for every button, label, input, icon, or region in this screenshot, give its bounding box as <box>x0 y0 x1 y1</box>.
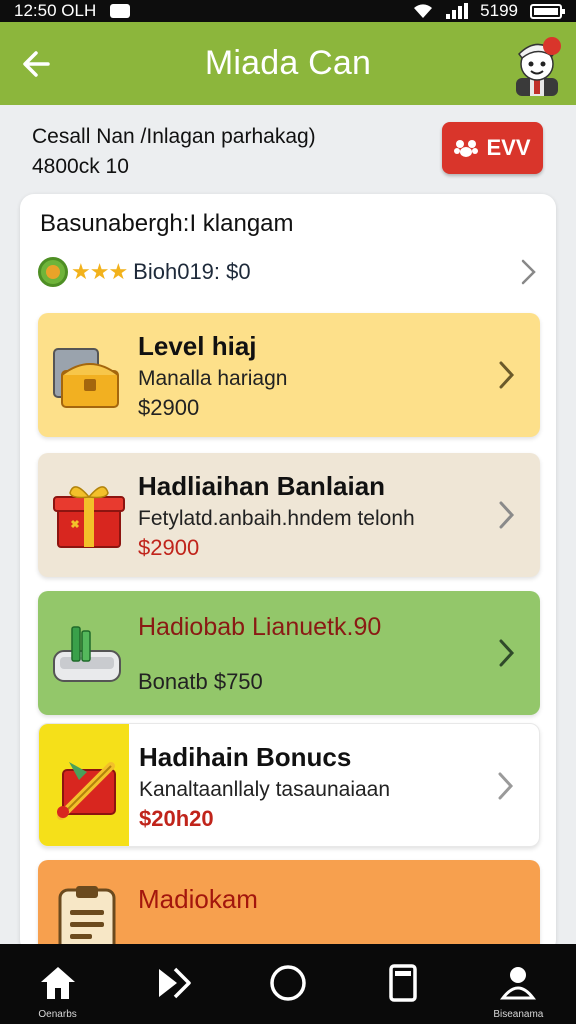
page-title: Miada Can <box>204 44 372 82</box>
battery-label: 5199 <box>480 1 518 20</box>
card-price: $2900 <box>138 535 200 560</box>
card-subtitle: Kanaltaanllaly tasaunaiaan <box>139 778 391 801</box>
paw-icon <box>454 140 479 157</box>
profile-icon <box>500 967 537 1000</box>
card-subtitle: Manalla hariagn <box>138 367 288 390</box>
nav-square[interactable] <box>353 944 453 1024</box>
chevron-right-icon <box>521 259 536 285</box>
ev-button[interactable]: EVV <box>442 122 543 174</box>
card-title: Level hiaj <box>138 331 257 361</box>
coin-icon <box>38 257 68 287</box>
arrow-left-icon[interactable] <box>18 44 58 84</box>
rewards-panel: Basunabergh:I klangam ★★★ Bioh019: $0 Le… <box>20 194 556 970</box>
ev-button-label: EVV <box>486 135 531 160</box>
summary-line-2: 4800ck 10 <box>32 155 129 178</box>
bottom-nav: Oenarbs Biseanama <box>0 944 576 1024</box>
nav-label: Oenarbs <box>38 1009 77 1020</box>
treasure-chest-icon <box>53 348 119 408</box>
notification-icon <box>110 4 131 18</box>
star-rating-icon: ★★★ <box>71 259 128 284</box>
card-title: Hadihain Bonucs <box>139 742 352 772</box>
gift-box-icon <box>53 486 125 548</box>
rating-text: Bioh019: $0 <box>133 259 251 284</box>
wifi-icon <box>414 4 433 18</box>
status-time: 12:50 OLH <box>14 1 97 20</box>
card-title: Hadliaihan Banlaian <box>138 471 386 501</box>
reward-card-cash[interactable]: Hadiobab Lianuetk.90 Bonatb $750 <box>38 591 540 715</box>
panel-title: Basunabergh:I klangam <box>40 210 294 237</box>
card-price: $20h20 <box>139 806 214 831</box>
reward-card-bonus[interactable]: Hadihain Bonucs Kanaltaanllaly tasaunaia… <box>38 723 540 847</box>
card-subtitle: Fetylatd.anbaih.hndem telonh <box>138 507 415 530</box>
chevron-right-icon <box>498 772 514 800</box>
chevron-right-icon <box>499 639 515 667</box>
nav-circle[interactable] <box>238 944 338 1024</box>
nav-label: Biseanama <box>493 1009 544 1020</box>
nav-profile[interactable]: Biseanama <box>468 944 568 1024</box>
home-icon <box>40 967 75 999</box>
chevron-right-icon <box>499 501 515 529</box>
reward-card-level[interactable]: Level hiaj Manalla hariagn $2900 <box>38 313 540 437</box>
card-price: $2900 <box>138 395 200 420</box>
signal-icon <box>446 3 469 19</box>
app-bar: Miada Can <box>0 22 576 105</box>
play-forward-icon <box>158 967 191 999</box>
rating-row[interactable]: ★★★ Bioh019: $0 <box>38 254 538 290</box>
wrapped-gift-icon <box>57 762 116 820</box>
card-title: Madiokam <box>138 884 258 914</box>
mascot-avatar-icon[interactable] <box>508 34 566 96</box>
reward-card-gift[interactable]: Hadliaihan Banlaian Fetylatd.anbaih.hnde… <box>38 453 540 577</box>
card-price: Bonatb $750 <box>138 669 263 694</box>
cash-stack-icon <box>53 626 121 682</box>
circle-icon <box>270 965 306 1001</box>
summary-line-1: Cesall Nan /Inlagan parhakag) <box>32 125 316 148</box>
nav-home[interactable]: Oenarbs <box>8 944 108 1024</box>
square-icon <box>389 964 417 1002</box>
nav-play[interactable] <box>123 944 223 1024</box>
chevron-right-icon <box>499 361 515 389</box>
battery-icon <box>530 3 565 19</box>
summary-block: Cesall Nan /Inlagan parhakag) 4800ck 10 <box>32 122 412 182</box>
card-title: Hadiobab Lianuetk.90 <box>138 613 382 641</box>
status-bar: 12:50 OLH 5199 <box>0 0 576 22</box>
